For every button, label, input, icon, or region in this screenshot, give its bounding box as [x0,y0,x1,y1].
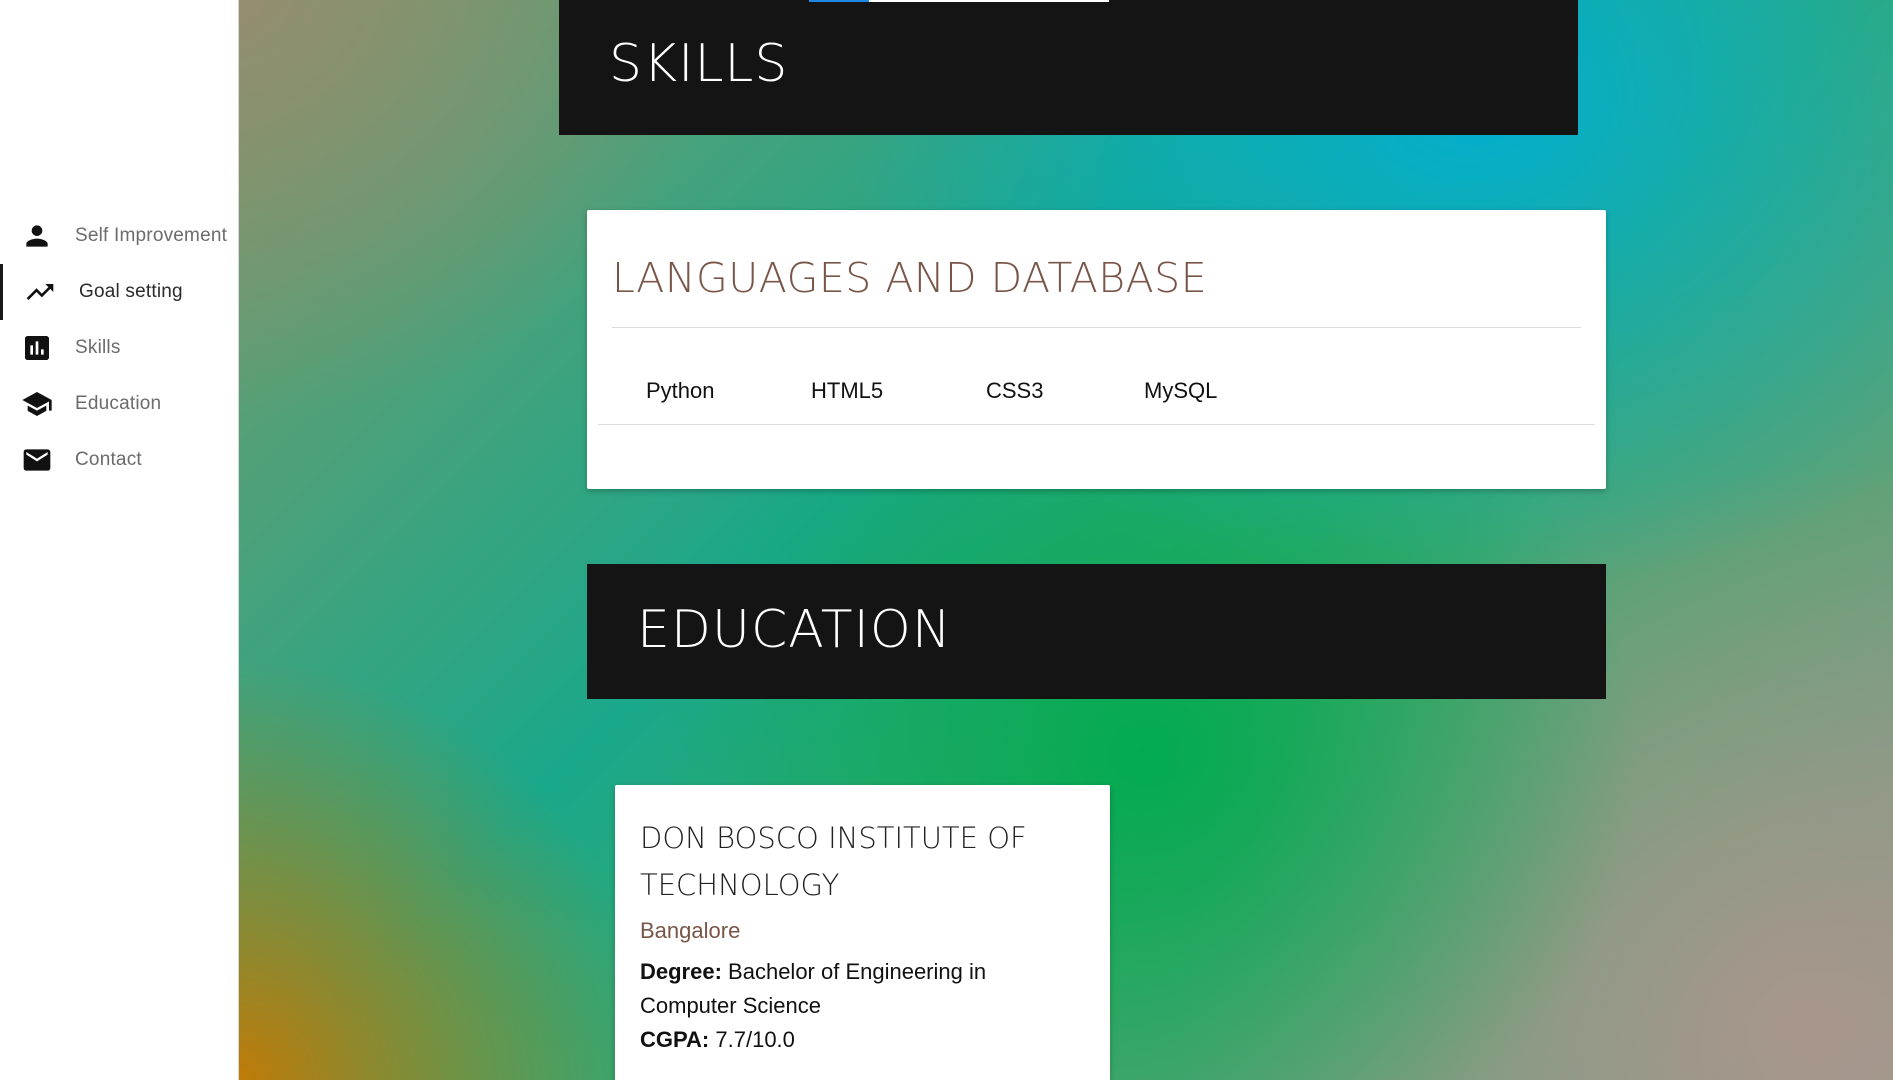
education-section-title: EDUCATION [637,600,952,660]
skills-section-header: SKILLS [559,0,1578,135]
mail-icon [20,443,54,477]
school-name: DON BOSCO INSTITUTE OF TECHNOLOGY [640,821,1027,902]
sidebar-item-label: Skills [75,337,121,358]
cgpa-value: 7.7/10.0 [715,1027,795,1052]
sidebar-nav: Self Improvement Goal setting Skills Edu… [0,208,238,488]
school-city: Bangalore [640,918,741,943]
tab-underline [809,0,1109,2]
sidebar-item-label: Self Improvement [75,225,228,246]
languages-card: LANGUAGES AND DATABASE Python HTML5 CSS3… [587,210,1606,489]
skill-tags: Python HTML5 CSS3 MySQL [587,352,1606,422]
sidebar-item-label: Contact [75,449,142,470]
trending-up-icon [23,275,57,309]
sidebar: Self Improvement Goal setting Skills Edu… [0,0,239,1080]
skills-section-title: SKILLS [609,34,789,94]
sidebar-item-skills[interactable]: Skills [0,320,238,376]
education-card: DON BOSCO INSTITUTE OF TECHNOLOGY Bangal… [615,785,1110,1080]
sidebar-item-education[interactable]: Education [0,376,238,432]
sidebar-item-contact[interactable]: Contact [0,432,238,488]
school-icon [20,387,54,421]
person-icon [20,219,54,253]
skill-tag: CSS3 [986,378,1044,403]
sidebar-item-label: Goal setting [79,281,183,302]
sidebar-item-label: Education [75,393,162,414]
degree-label: Degree: [640,959,722,984]
cgpa-label: CGPA: [640,1027,710,1052]
tags-divider [598,424,1595,425]
page-root: Self Improvement Goal setting Skills Edu… [0,0,1893,1080]
degree-line: Degree: Bachelor of Engineering in Compu… [640,955,1060,1023]
cgpa-line: CGPA: 7.7/10.0 [640,1023,1060,1057]
sidebar-item-goal-setting[interactable]: Goal setting [0,264,238,320]
bar-chart-icon [20,331,54,365]
skill-tag: HTML5 [811,378,884,403]
skill-tag: MySQL [1144,378,1218,403]
sidebar-item-self-improvement[interactable]: Self Improvement [0,208,238,264]
card-title-divider [612,327,1581,328]
languages-card-title: LANGUAGES AND DATABASE [612,254,1208,302]
education-section-header: EDUCATION [587,564,1606,699]
skill-tag: Python [646,378,715,403]
